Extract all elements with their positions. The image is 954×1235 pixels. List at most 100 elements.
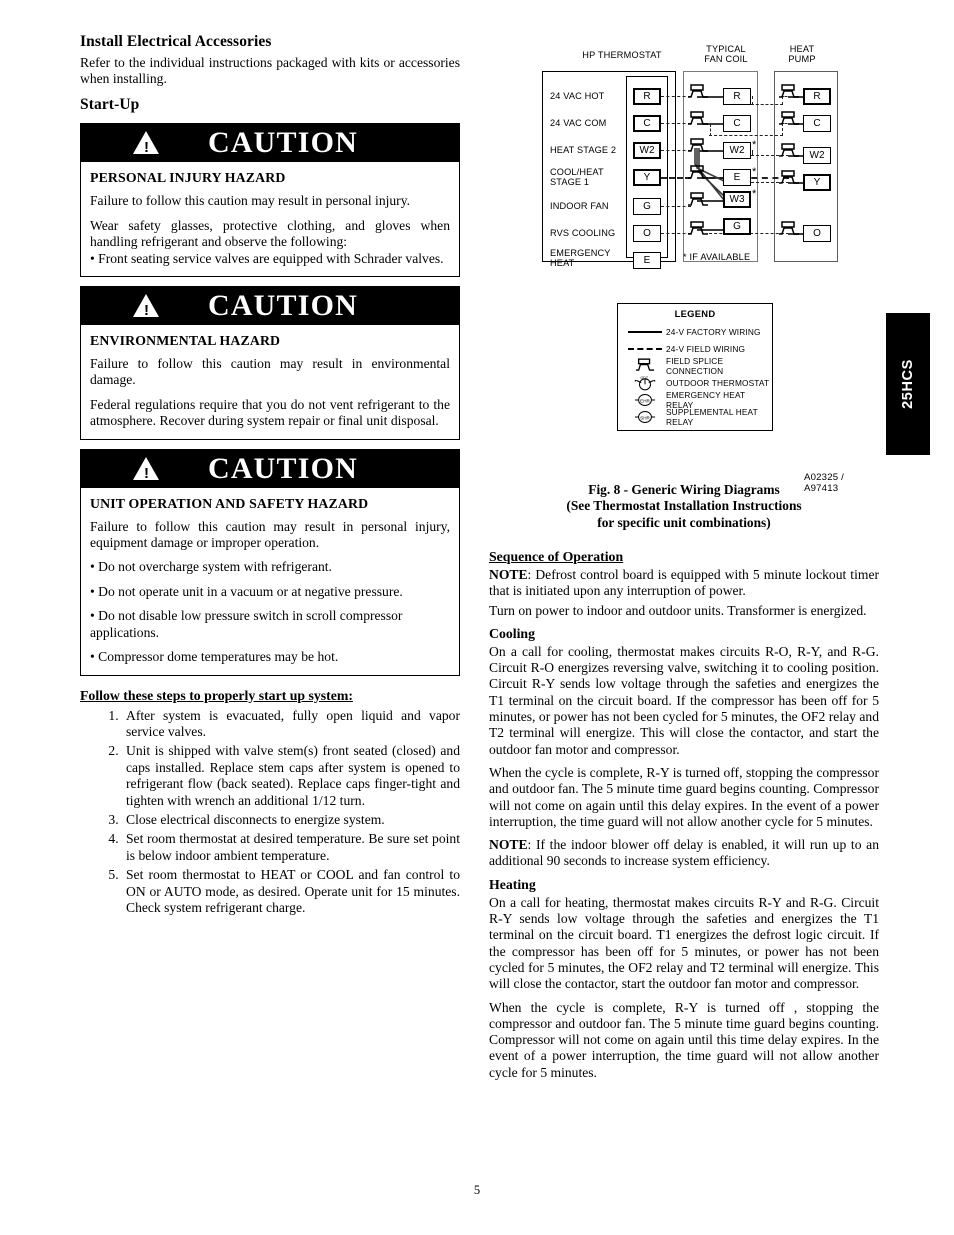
- splice-icon: [688, 111, 708, 125]
- splice-icon: [688, 84, 708, 98]
- thermostat-terminal-o: O: [633, 225, 661, 242]
- warning-exclamation-icon: !: [144, 464, 149, 482]
- heatpump-terminal-c: C: [803, 115, 831, 132]
- splice-icon: [688, 138, 708, 152]
- caution-header: ! CAUTION: [81, 449, 459, 488]
- heating-paragraph-1: On a call for heating, thermostat makes …: [489, 894, 879, 992]
- cooling-paragraph-1: On a call for cooling, thermostat makes …: [489, 643, 879, 757]
- model-side-tab: 25HCS: [886, 313, 930, 455]
- caution-body: UNIT OPERATION AND SAFETY HAZARD Failure…: [81, 488, 459, 675]
- sequence-note-1: NOTE: Defrost control board is equipped …: [489, 567, 879, 600]
- solid-line-icon: [624, 323, 666, 340]
- hazard-bullet: • Compressor dome temperatures may be ho…: [90, 649, 339, 665]
- diagram-header-heatpump-line2: PUMP: [788, 54, 816, 64]
- hazard-paragraph: Failure to follow this caution may resul…: [90, 193, 411, 209]
- supplemental-heat-relay-icon: SHR: [624, 408, 666, 425]
- hazard-title: PERSONAL INJURY HAZARD: [90, 170, 286, 186]
- sequence-power-paragraph: Turn on power to indoor and outdoor unit…: [489, 602, 867, 618]
- wire-field-hp-r: [751, 104, 783, 105]
- heatpump-terminal-o: O: [803, 225, 831, 242]
- model-number: 25HCS: [900, 359, 916, 409]
- hazard-paragraph: Wear safety glasses, protective clothing…: [90, 217, 450, 250]
- thermostat-terminal-g: G: [633, 198, 661, 215]
- list-item: Set room thermostat at desired temperatu…: [122, 831, 460, 864]
- splice-icon: [688, 192, 708, 206]
- caution-label: CAUTION: [207, 126, 359, 160]
- heatpump-terminal-y: Y: [803, 174, 831, 191]
- diagram-header-fancoil-line2: FAN COIL: [704, 54, 748, 64]
- caution-header: ! CAUTION: [81, 124, 459, 163]
- wire-field-hp-c: [709, 135, 783, 136]
- thermostat-row-label: EMERGENCY: [550, 248, 611, 258]
- warning-exclamation-icon: !: [144, 139, 149, 157]
- list-item: Close electrical disconnects to energize…: [122, 812, 460, 828]
- steps-title: Follow these steps to properly start up …: [80, 687, 353, 703]
- splice-icon: [779, 170, 799, 184]
- splice-icon: [624, 357, 666, 374]
- legend-row: SHR SUPPLEMENTAL HEAT RELAY: [618, 407, 772, 427]
- splice-icon: [779, 143, 799, 157]
- thermostat-row-label: COOL/HEAT: [550, 167, 604, 177]
- caution-box-environmental: ! CAUTION ENVIRONMENTAL HAZARD Failure t…: [80, 286, 460, 440]
- thermostat-row-label: STAGE 1: [550, 177, 590, 187]
- warning-exclamation-icon: !: [144, 302, 149, 320]
- thermostat-row-label: HEAT STAGE 2: [550, 145, 617, 155]
- sequence-note-2: NOTE: If the indoor blower off delay is …: [489, 837, 879, 870]
- list-item: Unit is shipped with valve stem(s) front…: [122, 743, 460, 809]
- startup-steps-list: After system is evacuated, fully open li…: [80, 708, 460, 917]
- cooling-heading: Cooling: [489, 625, 535, 641]
- wire-field-hp-r-v: [752, 96, 753, 105]
- wire-field-hp-c-v: [710, 124, 711, 136]
- asterisk-marker: *: [752, 139, 757, 151]
- fancoil-terminal-g: G: [723, 218, 751, 235]
- thermostat-terminal-r: R: [633, 88, 661, 105]
- heating-heading: Heating: [489, 876, 536, 892]
- asterisk-marker: *: [752, 166, 757, 178]
- hazard-paragraph: Failure to follow this caution may resul…: [90, 518, 450, 551]
- thermostat-terminal-e: E: [633, 252, 661, 269]
- thermostat-terminal-c: C: [633, 115, 661, 132]
- legend-row: ODT OUTDOOR THERMOSTAT: [618, 374, 772, 391]
- splice-icon: [779, 221, 799, 235]
- diagram-footnote: * IF AVAILABLE: [683, 252, 751, 262]
- startup-title: Start-Up: [80, 96, 140, 114]
- splice-icon: [779, 111, 799, 125]
- splice-icon: [779, 84, 799, 98]
- hazard-title: ENVIRONMENTAL HAZARD: [90, 333, 281, 349]
- legend-label: FIELD SPLICE CONNECTION: [666, 355, 724, 376]
- fancoil-terminal-w2: W2: [723, 142, 751, 159]
- hazard-bullet: • Do not disable low pressure switch in …: [90, 608, 403, 640]
- heatpump-terminal-w2: W2: [803, 147, 831, 164]
- fancoil-terminal-w3: W3: [723, 191, 751, 208]
- caution-header: ! CAUTION: [81, 287, 459, 326]
- hazard-paragraph: Failure to follow this caution may resul…: [90, 356, 450, 388]
- legend-label: 24-V FIELD WIRING: [666, 343, 746, 354]
- thermostat-row-label: 24 VAC HOT: [550, 91, 605, 101]
- hazard-bullet: • Do not operate unit in a vacuum or at …: [90, 583, 403, 599]
- note-label: NOTE: [489, 567, 528, 582]
- sequence-title: Sequence of Operation: [489, 549, 624, 564]
- thermostat-row-label: INDOOR FAN: [550, 201, 609, 211]
- hazard-bullet: • Front seating service valves are equip…: [90, 250, 444, 266]
- figure-caption-line: for specific unit combinations): [597, 514, 771, 530]
- wiring-diagram: HP THERMOSTAT TYPICAL FAN COIL HEAT PUMP…: [531, 40, 881, 280]
- caution-body: PERSONAL INJURY HAZARD Failure to follow…: [81, 162, 459, 276]
- caution-box-personal-injury: ! CAUTION PERSONAL INJURY HAZARD Failure…: [80, 123, 460, 278]
- page-title: Install Electrical Accessories: [80, 33, 272, 50]
- legend-row: FIELD SPLICE CONNECTION: [618, 355, 772, 376]
- diagram-header-thermostat: HP THERMOSTAT: [582, 50, 662, 60]
- thermostat-row-label: HEAT: [550, 258, 575, 268]
- heatpump-terminal-r: R: [803, 88, 831, 105]
- hazard-paragraph: Federal regulations require that you do …: [90, 396, 450, 429]
- splice-icon: [688, 165, 708, 179]
- thermostat-terminal-y: Y: [633, 169, 661, 186]
- figure-caption-line: (See Thermostat Installation Instruction…: [566, 498, 802, 514]
- thermostat-row-label: 24 VAC COM: [550, 118, 607, 128]
- legend-row: 24-V FACTORY WIRING: [618, 323, 772, 340]
- left-column: Install Electrical Accessories Refer to …: [80, 33, 460, 919]
- legend-row: EHR EMERGENCY HEAT RELAY: [618, 390, 772, 410]
- svg-text:EHR: EHR: [640, 398, 650, 403]
- note-text: : Defrost control board is equipped with…: [489, 567, 879, 599]
- caution-box-unit-operation: ! CAUTION UNIT OPERATION AND SAFETY HAZA…: [80, 448, 460, 676]
- right-column: HP THERMOSTAT TYPICAL FAN COIL HEAT PUMP…: [489, 40, 881, 1080]
